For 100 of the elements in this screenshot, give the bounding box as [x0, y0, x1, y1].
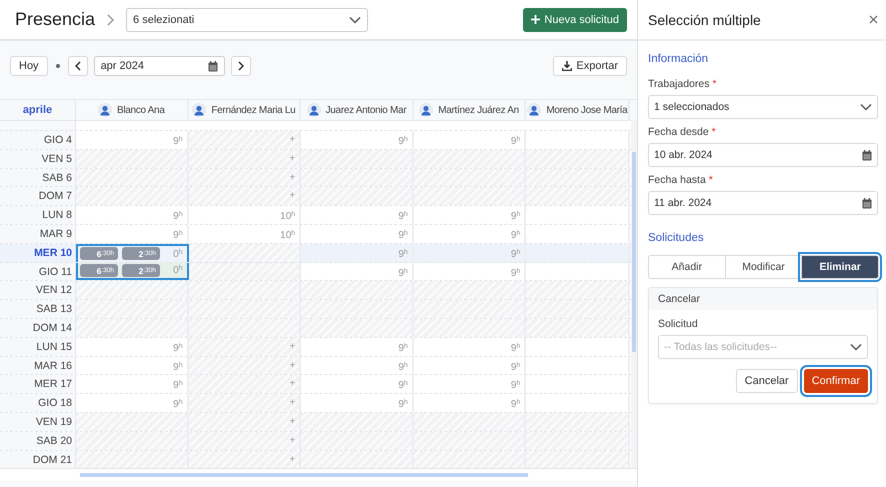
day-cell[interactable]: +	[188, 150, 302, 168]
today-button[interactable]: Hoy	[10, 56, 48, 76]
day-cell[interactable]	[76, 281, 189, 300]
day-cell[interactable]	[301, 150, 414, 168]
day-cell[interactable]	[188, 262, 302, 280]
day-label: LUN 15	[0, 338, 76, 356]
mode-tab[interactable]: Modificar	[724, 255, 802, 279]
day-cell[interactable]	[76, 318, 189, 337]
panel-title: Selección múltiple	[648, 12, 761, 28]
request-cell[interactable]: 6$^{:30h}$ 2$^{:30h}$ 0$^{h}$	[76, 244, 189, 262]
month-field[interactable]: apr 2024	[94, 56, 225, 76]
day-cell[interactable]: 10$^{h}$	[188, 206, 302, 224]
day-cell[interactable]	[414, 412, 526, 431]
avatar-icon	[192, 103, 206, 117]
export-button[interactable]: Exportar	[553, 56, 627, 76]
day-label: GIO 4	[0, 131, 76, 149]
date-field[interactable]: 10 abr. 2024	[648, 143, 878, 167]
day-cell[interactable]	[414, 300, 526, 318]
day-cell[interactable]: 9$^{h}$	[414, 356, 526, 374]
cancel-button[interactable]: Cancelar	[736, 369, 798, 393]
day-cell[interactable]	[414, 168, 526, 186]
close-icon[interactable]	[869, 15, 878, 24]
confirm-button[interactable]: Confirmar	[804, 369, 868, 393]
day-cell[interactable]: 9$^{h}$	[414, 244, 526, 262]
day-cell[interactable]	[188, 244, 302, 262]
day-cell[interactable]	[414, 318, 526, 337]
day-cell[interactable]: 9$^{h}$	[301, 338, 414, 356]
day-cell[interactable]	[301, 168, 414, 186]
day-cell[interactable]	[414, 432, 526, 450]
day-cell[interactable]	[301, 318, 414, 337]
new-request-button[interactable]: Nueva solicitud	[523, 8, 627, 32]
day-cell[interactable]: +	[188, 432, 302, 450]
day-cell[interactable]	[76, 187, 189, 206]
day-cell[interactable]	[526, 412, 630, 431]
previous-button[interactable]	[68, 56, 88, 76]
day-cell[interactable]	[526, 318, 630, 337]
day-cell[interactable]: 9$^{h}$	[414, 206, 526, 224]
vertical-scrollbar[interactable]	[631, 120, 637, 468]
time-chip[interactable]: 2$^{:30h}$	[122, 264, 160, 277]
day-cell[interactable]	[76, 300, 189, 318]
day-label: DOM 7	[0, 187, 76, 206]
day-cell[interactable]: +	[188, 338, 302, 356]
day-cell[interactable]	[526, 150, 630, 168]
day-cell[interactable]	[76, 412, 189, 431]
day-cell[interactable]	[301, 412, 414, 431]
day-cell[interactable]	[301, 187, 414, 206]
time-chip[interactable]: 2$^{:30h}$	[122, 247, 160, 260]
day-cell[interactable]: 9$^{h}$	[301, 206, 414, 224]
day-cell[interactable]	[526, 168, 630, 186]
plus-icon	[531, 15, 540, 24]
day-cell[interactable]: 9$^{h}$	[414, 338, 526, 356]
day-cell[interactable]	[414, 187, 526, 206]
day-cell[interactable]	[76, 168, 189, 186]
day-cell[interactable]	[526, 450, 630, 468]
request-cell[interactable]: 6$^{:30h}$ 2$^{:30h}$ 0$^{h}$	[76, 262, 189, 280]
day-cell[interactable]: +	[188, 187, 302, 206]
hours-text: 0$^{h}$	[173, 264, 183, 278]
day-cell[interactable]: 9$^{h}$	[76, 224, 189, 243]
day-cell[interactable]	[188, 300, 302, 318]
time-chip[interactable]: 6$^{:30h}$	[80, 247, 118, 260]
day-cell[interactable]	[301, 432, 414, 450]
chevron-left-icon	[74, 61, 81, 71]
day-cell[interactable]	[301, 281, 414, 300]
horizontal-scrollbar[interactable]	[0, 468, 637, 481]
time-chip[interactable]: 6$^{:30h}$	[80, 264, 118, 277]
day-cell[interactable]	[188, 281, 302, 300]
day-cell[interactable]: 9$^{h}$	[414, 375, 526, 394]
day-cell[interactable]	[526, 300, 630, 318]
day-cell[interactable]	[414, 150, 526, 168]
day-cell[interactable]	[76, 150, 189, 168]
day-cell[interactable]	[526, 281, 630, 300]
day-cell[interactable]	[76, 450, 189, 468]
day-cell[interactable]	[526, 187, 630, 206]
day-cell[interactable]	[188, 318, 302, 337]
day-cell[interactable]: +	[188, 450, 302, 468]
day-cell[interactable]: +	[188, 412, 302, 431]
request-select[interactable]: -- Todas las solicitudes--	[658, 335, 868, 359]
day-cell[interactable]: 9$^{h}$	[301, 375, 414, 394]
date-field[interactable]: 11 abr. 2024	[648, 191, 878, 215]
day-cell[interactable]: +	[188, 375, 302, 394]
select-field[interactable]: 1 seleccionados	[648, 95, 878, 119]
chevron-down-icon	[349, 16, 362, 24]
employee-selector[interactable]: 6 selezionati	[126, 8, 368, 32]
day-label: MAR 16	[0, 356, 76, 374]
day-cell[interactable]: 9$^{h}$	[301, 356, 414, 374]
day-cell[interactable]: 9$^{h}$	[301, 244, 414, 262]
day-cell[interactable]	[76, 432, 189, 450]
day-cell[interactable]	[526, 432, 630, 450]
day-cell[interactable]: 9$^{h}$	[76, 206, 189, 224]
mode-tab[interactable]: Eliminar	[801, 255, 880, 279]
day-cell[interactable]: +	[188, 131, 302, 149]
day-cell[interactable]	[301, 450, 414, 468]
day-cell[interactable]	[414, 450, 526, 468]
day-cell[interactable]: +	[188, 168, 302, 186]
day-cell[interactable]	[414, 281, 526, 300]
day-cell[interactable]	[301, 300, 414, 318]
day-cell[interactable]: +	[188, 356, 302, 374]
next-button[interactable]	[230, 56, 251, 76]
mode-tab[interactable]: Añadir	[648, 255, 726, 279]
day-cell[interactable]: +	[188, 394, 302, 412]
